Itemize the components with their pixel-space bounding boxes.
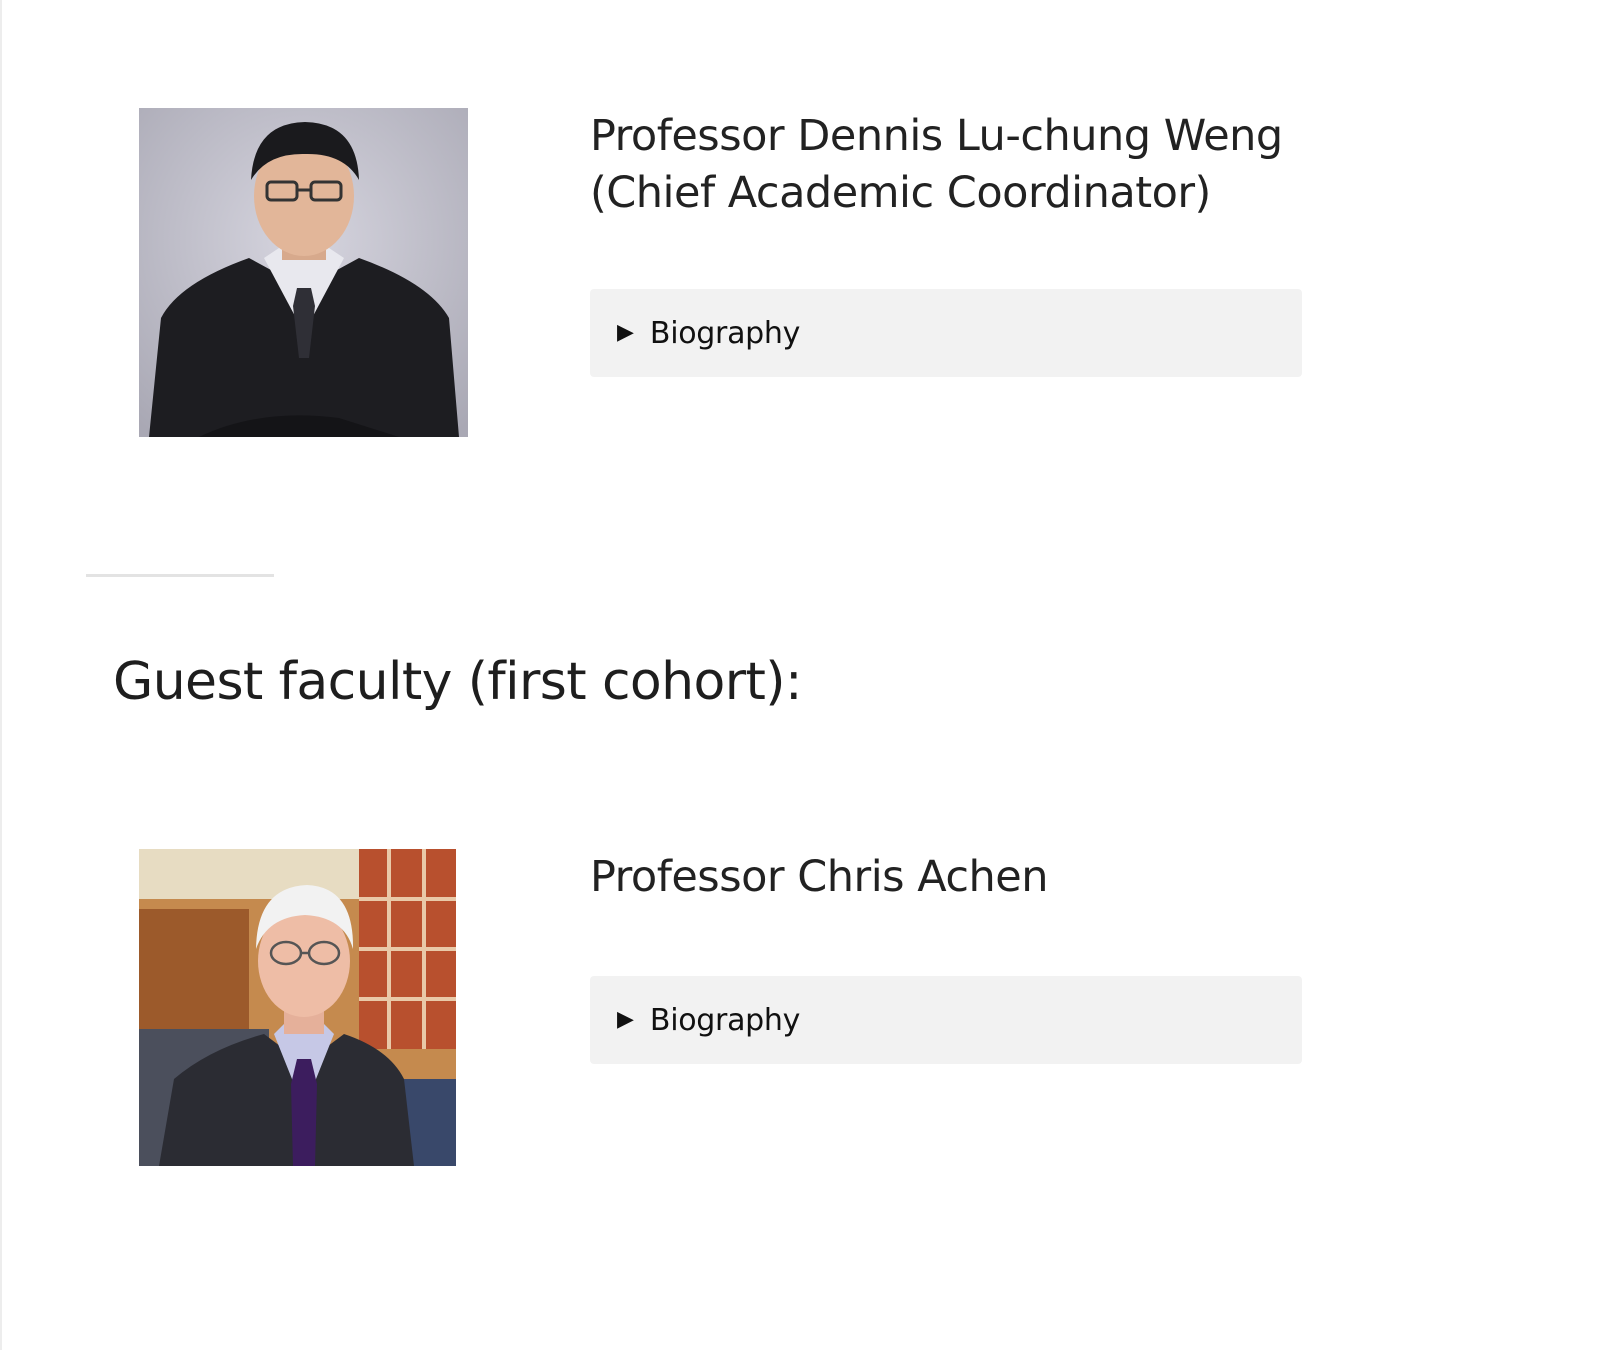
disclosure-triangle-icon: ▶ (617, 320, 634, 345)
biography-toggle[interactable]: ▶ Biography (590, 976, 1302, 1064)
guest-faculty-heading: Guest faculty (first cohort): (113, 652, 803, 712)
faculty-photo (139, 849, 456, 1166)
section-divider (86, 574, 274, 577)
portrait-photo-icon (139, 849, 456, 1166)
faculty-name-line: Professor Chris Achen (590, 852, 1049, 902)
portrait-photo-icon (139, 108, 468, 437)
biography-toggle[interactable]: ▶ Biography (590, 289, 1302, 377)
faculty-name-line: Professor Dennis Lu-chung Weng (590, 111, 1283, 161)
faculty-title-line: (Chief Academic Coordinator) (590, 168, 1211, 218)
biography-label: Biography (649, 1002, 801, 1038)
faculty-photo (139, 108, 468, 437)
faculty-name: Professor Chris Achen (590, 849, 1310, 906)
faculty-name: Professor Dennis Lu-chung Weng (Chief Ac… (590, 108, 1310, 222)
page-left-border (0, 0, 2, 1350)
disclosure-triangle-icon: ▶ (617, 1007, 634, 1032)
biography-label: Biography (649, 315, 801, 351)
